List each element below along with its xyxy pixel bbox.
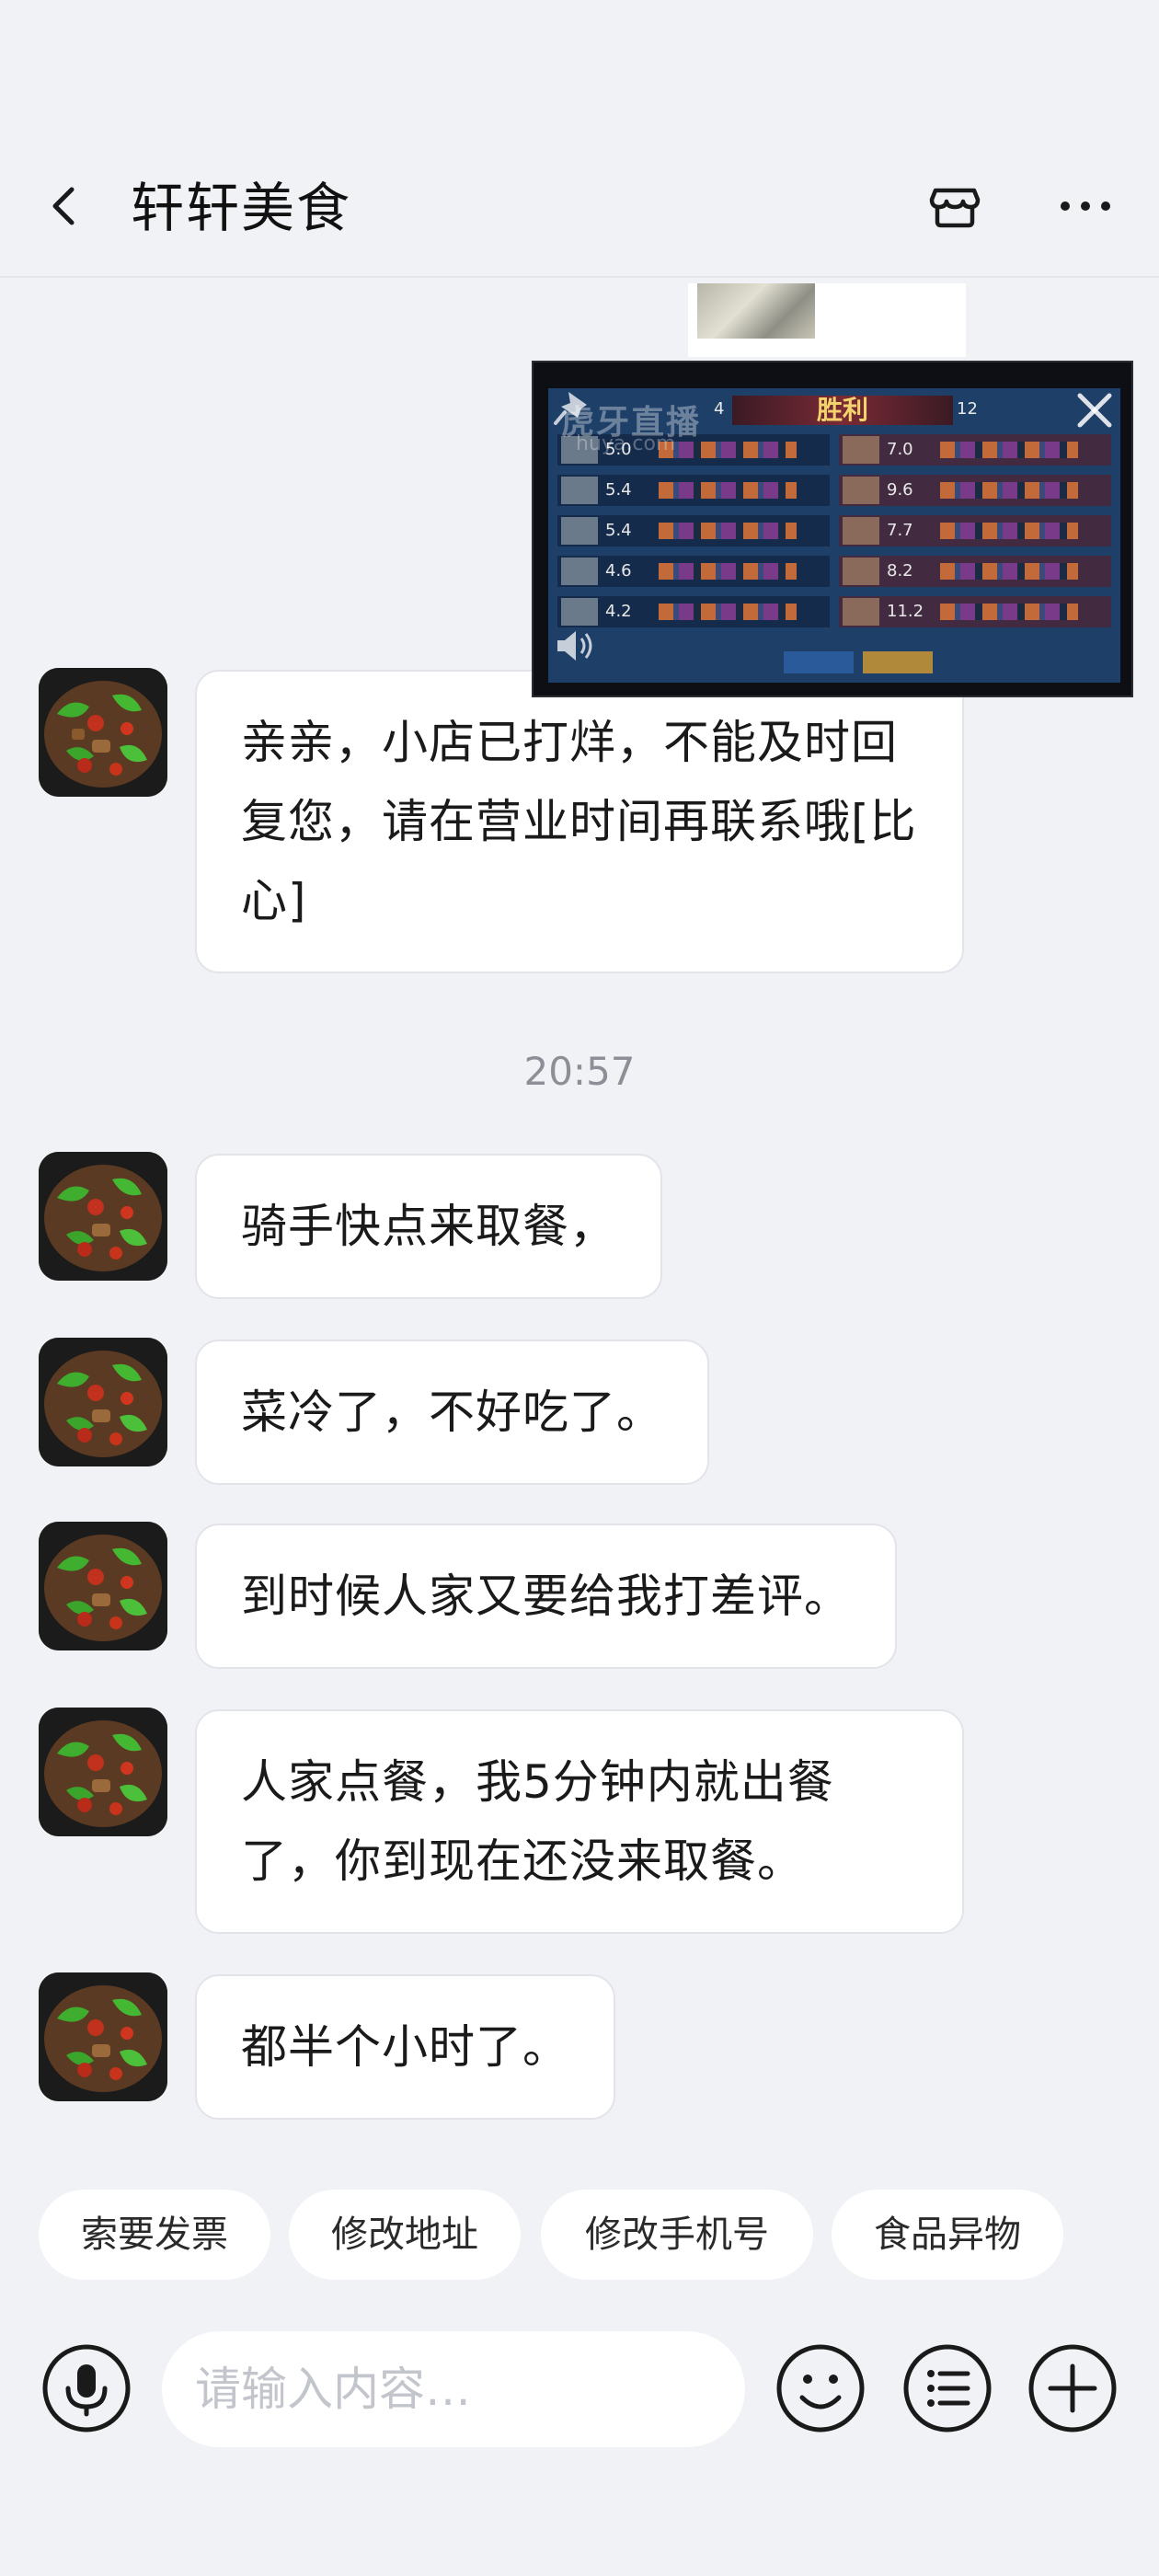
video-row-score: 5.4 [605, 521, 632, 540]
video-row-score: 8.2 [887, 561, 913, 581]
close-icon[interactable] [1073, 388, 1117, 432]
page-title: 轩轩美食 [131, 177, 352, 239]
message-bubble: 都半个小时了。 [195, 1974, 615, 2120]
back-button[interactable] [37, 178, 92, 234]
video-screen: 4 胜利 12 5.0 7.0 5.4 9.6 5.4 7.7 4.6 8.2 … [548, 388, 1120, 683]
chat-header: 轩轩美食 [0, 138, 1159, 278]
video-row: 11.2 [839, 596, 1111, 627]
video-row: 9.6 [839, 475, 1111, 506]
input-bar [0, 2328, 1159, 2456]
video-row-score: 7.0 [887, 440, 913, 459]
video-row-score: 11.2 [887, 602, 924, 621]
video-button-again [863, 651, 933, 673]
chip-invoice[interactable]: 索要发票 [39, 2190, 270, 2280]
avatar[interactable] [39, 1972, 167, 2101]
chip-change-address[interactable]: 修改地址 [289, 2190, 521, 2280]
food-avatar-image [39, 1708, 167, 1836]
message-input[interactable] [162, 2331, 745, 2447]
avatar[interactable] [39, 1338, 167, 1466]
video-row-score: 5.4 [605, 480, 632, 500]
food-avatar-image [39, 1152, 167, 1281]
emoji-icon [776, 2344, 865, 2432]
avatar[interactable] [39, 1152, 167, 1281]
message-bubble: 亲亲，小店已打烊，不能及时回复您，请在营业时间再联系哦[比心] [195, 670, 964, 973]
video-row-score: 7.7 [887, 521, 913, 540]
video-result-text: 胜利 [816, 395, 868, 425]
timestamp: 20:57 [523, 1049, 636, 1094]
video-score-right: 12 [957, 399, 978, 419]
image-message[interactable] [688, 283, 966, 357]
video-row: 8.2 [839, 556, 1111, 587]
back-icon [52, 187, 75, 225]
video-watermark-sub: huya.com [576, 432, 676, 455]
emoji-button[interactable] [775, 2342, 866, 2434]
voice-icon [42, 2344, 131, 2432]
message-bubble: 到时候人家又要给我打差评。 [195, 1524, 897, 1669]
status-bar [0, 0, 1159, 138]
message-bubble: 人家点餐，我5分钟内就出餐了，你到现在还没来取餐。 [195, 1709, 964, 1934]
list-icon [903, 2344, 992, 2432]
food-avatar-image [39, 1522, 167, 1650]
more-icon [1061, 201, 1110, 211]
image-thumbnail [697, 283, 815, 339]
video-row-score: 4.2 [605, 602, 632, 621]
video-row: 4.6 [557, 556, 830, 587]
list-button[interactable] [901, 2342, 993, 2434]
store-button[interactable] [925, 177, 984, 236]
video-result-banner: 胜利 [732, 396, 953, 425]
plus-button[interactable] [1027, 2342, 1119, 2434]
chip-change-phone[interactable]: 修改手机号 [541, 2190, 813, 2280]
floating-video-window[interactable]: 4 胜利 12 5.0 7.0 5.4 9.6 5.4 7.7 4.6 8.2 … [532, 361, 1133, 697]
voice-button[interactable] [40, 2342, 132, 2434]
chip-foreign-object[interactable]: 食品异物 [832, 2190, 1063, 2280]
food-avatar-image [39, 668, 167, 797]
video-row: 7.7 [839, 515, 1111, 546]
plus-icon [1028, 2344, 1117, 2432]
video-button-lobby [784, 651, 854, 673]
food-avatar-image [39, 1972, 167, 2101]
video-row: 5.4 [557, 475, 830, 506]
video-row: 4.2 [557, 596, 830, 627]
video-row: 5.4 [557, 515, 830, 546]
video-buttons [784, 651, 968, 675]
sound-icon[interactable] [554, 627, 594, 664]
message-bubble: 骑手快点来取餐， [195, 1154, 662, 1299]
avatar[interactable] [39, 1708, 167, 1836]
video-score-left: 4 [714, 399, 725, 419]
video-row-score: 4.6 [605, 561, 632, 581]
video-row: 7.0 [839, 434, 1111, 466]
food-avatar-image [39, 1338, 167, 1466]
more-button[interactable] [1056, 177, 1115, 236]
avatar[interactable] [39, 668, 167, 797]
pin-icon[interactable] [552, 386, 598, 429]
store-icon [929, 188, 981, 228]
video-row-score: 9.6 [887, 480, 913, 500]
message-bubble: 菜冷了，不好吃了。 [195, 1340, 709, 1485]
avatar[interactable] [39, 1522, 167, 1650]
